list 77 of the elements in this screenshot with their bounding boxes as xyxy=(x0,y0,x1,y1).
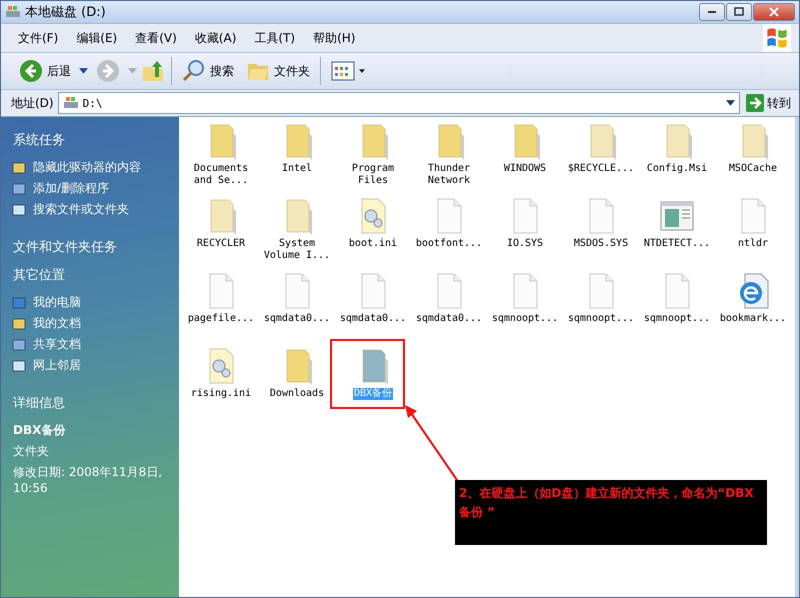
section-heading: 文件和文件夹任务 xyxy=(13,239,118,256)
close-icon xyxy=(769,7,779,17)
task-icon xyxy=(11,160,27,176)
close-button[interactable] xyxy=(753,3,795,21)
task-link[interactable]: 共享文档 xyxy=(11,334,179,355)
file-item[interactable]: MSDOS.SYS xyxy=(563,196,639,271)
task-icon xyxy=(11,316,27,332)
file-item[interactable]: bookmark... xyxy=(715,271,791,346)
task-icon xyxy=(11,336,27,352)
task-icon xyxy=(11,358,27,374)
menu-item[interactable]: 文件(F) xyxy=(11,28,66,48)
minimize-icon xyxy=(708,11,716,13)
file-item[interactable]: $RECYCLE... xyxy=(563,121,639,196)
drive-icon xyxy=(62,95,79,111)
minimize-button[interactable] xyxy=(699,3,725,21)
caret-icon xyxy=(359,68,365,74)
task-link[interactable]: 网上邻居 xyxy=(11,355,179,376)
menu-item[interactable]: 帮助(H) xyxy=(306,28,362,48)
maximize-icon xyxy=(734,7,744,17)
search-icon xyxy=(182,59,206,83)
file-item[interactable]: System Volume I... xyxy=(259,196,335,271)
file-item[interactable]: boot.ini xyxy=(335,196,411,271)
file-item[interactable]: Intel xyxy=(259,121,335,196)
section-heading: 其它位置 xyxy=(13,267,66,284)
file-item[interactable]: Config.Msi xyxy=(639,121,715,196)
file-item[interactable]: sqmnoopt... xyxy=(563,271,639,346)
file-item[interactable]: sqmnoopt... xyxy=(639,271,715,346)
file-item[interactable]: Program Files xyxy=(335,121,411,196)
section-heading: 系统任务 xyxy=(13,132,66,149)
folders-button[interactable]: 文件夹 xyxy=(242,57,314,85)
section-heading: 详细信息 xyxy=(13,395,66,412)
file-item[interactable]: sqmdata0... xyxy=(259,271,335,346)
dropdown-caret-icon[interactable] xyxy=(726,100,735,106)
task-icon xyxy=(11,202,27,218)
drive-icon xyxy=(5,4,21,20)
file-item[interactable]: rising.ini xyxy=(183,346,259,421)
go-button[interactable]: 转到 xyxy=(744,94,793,112)
file-item[interactable]: pagefile... xyxy=(183,271,259,346)
task-icon xyxy=(11,294,27,310)
up-folder-icon[interactable] xyxy=(141,59,165,83)
detail-type: 文件夹 xyxy=(13,443,50,460)
file-item[interactable]: MSOCache xyxy=(715,121,791,196)
windows-logo-icon xyxy=(763,24,791,52)
menu-item[interactable]: 收藏(A) xyxy=(188,28,244,48)
file-item[interactable]: sqmdata0... xyxy=(335,271,411,346)
file-item[interactable]: ntldr xyxy=(715,196,791,271)
search-button[interactable]: 搜索 xyxy=(178,57,238,85)
window-title: 本地磁盘 (D:) xyxy=(25,4,106,21)
maximize-button[interactable] xyxy=(726,3,752,21)
task-link[interactable]: 搜索文件或文件夹 xyxy=(11,199,179,220)
task-link[interactable]: 我的电脑 xyxy=(11,292,179,313)
menu-item[interactable]: 查看(V) xyxy=(128,28,184,48)
menu-item[interactable]: 工具(T) xyxy=(247,28,302,48)
task-icon xyxy=(11,180,27,196)
file-item[interactable]: WINDOWS xyxy=(487,121,563,196)
detail-name: DBX备份 xyxy=(13,422,66,439)
file-item[interactable]: sqmdata0... xyxy=(411,271,487,346)
detail-modified: 修改日期: 2008年11月8日, 10:56 xyxy=(13,464,164,495)
views-icon xyxy=(331,59,355,83)
file-item[interactable]: RECYCLER xyxy=(183,196,259,271)
file-item[interactable]: Downloads xyxy=(259,346,335,421)
caret-icon[interactable] xyxy=(79,68,88,74)
file-item[interactable]: NTDETECT... xyxy=(639,196,715,271)
annotation-callout: 2、在硬盘上（如D盘）建立新的文件夹，命名为“DBX备份 ” xyxy=(455,480,767,545)
file-item[interactable]: IO.SYS xyxy=(487,196,563,271)
address-field[interactable]: D:\ xyxy=(58,92,740,114)
address-label: 地址(D) xyxy=(11,94,54,112)
back-button[interactable]: 后退 xyxy=(15,57,75,85)
menu-item[interactable]: 编辑(E) xyxy=(69,28,124,48)
task-link[interactable]: 添加/删除程序 xyxy=(11,178,179,199)
task-link[interactable]: 我的文档 xyxy=(11,313,179,334)
task-link[interactable]: 隐藏此驱动器的内容 xyxy=(11,157,179,178)
file-item[interactable]: Documents and Se... xyxy=(183,121,259,196)
file-item[interactable]: sqmnoopt... xyxy=(487,271,563,346)
go-arrow-icon xyxy=(746,94,764,112)
file-item[interactable]: bootfont... xyxy=(411,196,487,271)
file-item[interactable]: Thunder Network xyxy=(411,121,487,196)
